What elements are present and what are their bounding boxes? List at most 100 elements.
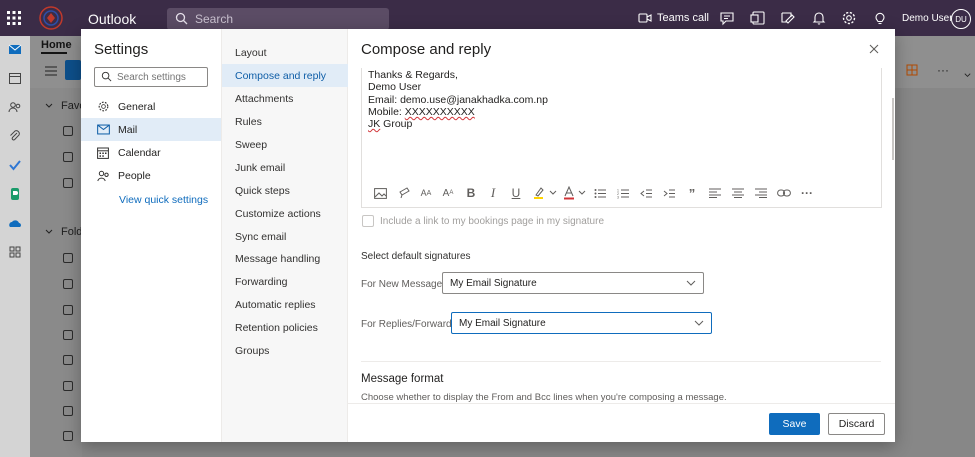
nav-mail-label: Mail [118, 123, 138, 136]
folder-icon [63, 253, 73, 263]
italic-icon[interactable]: I [485, 185, 501, 201]
user-name[interactable]: Demo User [902, 13, 953, 24]
mail-nav-sweep[interactable]: Sweep [222, 133, 348, 156]
font-size-icon[interactable]: AA [440, 185, 456, 201]
signature-line: Thanks & Regards, [368, 69, 458, 81]
mail-nav-compose-and-reply[interactable]: Compose and reply [222, 64, 348, 87]
format-painter-icon[interactable] [396, 185, 412, 201]
mail-icon [96, 123, 110, 137]
quote-icon[interactable]: ” [684, 185, 700, 201]
chat-icon[interactable] [719, 10, 735, 26]
svg-text:3: 3 [617, 195, 619, 199]
signature-line: Mobile: XXXXXXXXXX [368, 106, 548, 118]
chevron-down-icon[interactable] [574, 185, 590, 201]
settings-dialog: Settings General Mail Calendar [81, 29, 895, 442]
app-launcher-icon[interactable] [4, 8, 24, 28]
align-center-icon[interactable] [730, 185, 746, 201]
view-layout-icon[interactable] [906, 64, 918, 76]
nav-calendar[interactable]: Calendar [81, 141, 221, 164]
mail-nav-attachments[interactable]: Attachments [222, 87, 348, 110]
nav-people-label: People [118, 169, 151, 182]
chevron-down-icon [686, 280, 696, 286]
search-settings-field[interactable] [94, 67, 208, 87]
bold-icon[interactable]: B [463, 185, 479, 201]
bell-icon[interactable] [811, 10, 827, 26]
more-apps-icon[interactable] [8, 245, 22, 259]
lightbulb-icon[interactable] [872, 10, 888, 26]
search-settings-input[interactable] [117, 70, 205, 84]
mail-nav-automatic-replies[interactable]: Automatic replies [222, 293, 348, 316]
nav-calendar-label: Calendar [118, 146, 161, 159]
mail-nav-sync-email[interactable]: Sync email [222, 225, 348, 248]
save-button[interactable]: Save [769, 413, 820, 435]
todo-check-icon[interactable] [8, 158, 22, 172]
app-name[interactable]: Outlook [88, 11, 136, 27]
teams-call-label: Teams call [657, 12, 709, 24]
decrease-indent-icon[interactable] [638, 185, 654, 201]
people-icon[interactable] [8, 100, 22, 114]
font-icon[interactable]: AA [418, 185, 434, 201]
mail-nav-retention-policies[interactable]: Retention policies [222, 316, 348, 339]
new-messages-signature-dropdown[interactable]: My Email Signature [442, 272, 704, 294]
numbering-icon[interactable]: 123 [615, 185, 631, 201]
signature-editor[interactable]: Thanks & Regards, Demo User Email: demo.… [361, 68, 894, 208]
align-right-icon[interactable] [753, 185, 769, 201]
view-quick-settings-link[interactable]: View quick settings [119, 194, 208, 206]
hamburger-icon[interactable] [44, 65, 58, 77]
close-icon[interactable] [867, 42, 881, 56]
onedrive-icon[interactable] [8, 216, 22, 230]
mail-nav-customize-actions[interactable]: Customize actions [222, 202, 348, 225]
search-icon [101, 71, 112, 82]
chevron-down-icon[interactable] [545, 185, 561, 201]
mail-nav-rules[interactable]: Rules [222, 110, 348, 133]
bookings-link-option[interactable]: Include a link to my bookings page in my… [362, 215, 604, 227]
underline-icon[interactable]: U [508, 185, 524, 201]
bookings-link-checkbox[interactable] [362, 215, 374, 227]
chevron-down-icon[interactable] [963, 71, 972, 80]
mail-nav-message-handling[interactable]: Message handling [222, 247, 348, 270]
attachment-icon[interactable] [8, 129, 22, 143]
signature-text[interactable]: Thanks & Regards, Demo User Email: demo.… [368, 69, 548, 130]
word-icon[interactable] [750, 10, 766, 26]
mail-nav-groups[interactable]: Groups [222, 339, 348, 362]
avatar[interactable]: DU [951, 9, 971, 29]
bookings-icon[interactable] [8, 187, 22, 201]
link-icon[interactable] [776, 185, 792, 201]
signature-line: Email: demo.use@janakhadka.com.np [368, 93, 548, 106]
nav-mail[interactable]: Mail [81, 118, 221, 141]
mail-nav-junk-email[interactable]: Junk email [222, 156, 348, 179]
discard-button[interactable]: Discard [828, 413, 885, 435]
folder-icon [63, 126, 73, 136]
folder-icon [63, 406, 73, 416]
chevron-down-icon[interactable] [44, 227, 54, 237]
message-format-description: Choose whether to display the From and B… [361, 392, 727, 403]
calendar-icon[interactable] [8, 71, 22, 85]
search-box[interactable]: Search [167, 8, 389, 30]
org-logo-icon [39, 6, 63, 30]
editor-scrollbar[interactable] [892, 98, 894, 160]
compose-note-icon[interactable] [780, 10, 796, 26]
background-folder-pane [30, 88, 82, 457]
nav-people[interactable]: People [81, 164, 221, 187]
increase-indent-icon[interactable] [661, 185, 677, 201]
nav-general[interactable]: General [81, 95, 221, 118]
mail-icon[interactable] [8, 42, 22, 56]
chevron-down-icon[interactable] [44, 101, 54, 111]
search-placeholder: Search [195, 12, 234, 26]
insert-picture-icon[interactable] [372, 185, 388, 201]
new-mail-button[interactable] [65, 60, 81, 80]
mail-nav-forwarding[interactable]: Forwarding [222, 270, 348, 293]
more-options-icon[interactable]: ··· [937, 63, 949, 77]
gear-icon[interactable] [841, 10, 857, 26]
home-tab[interactable]: Home [41, 39, 72, 51]
teams-call-button[interactable]: Teams call [638, 9, 709, 27]
align-left-icon[interactable] [707, 185, 723, 201]
company-abbr: JK [368, 118, 381, 131]
bullets-icon[interactable] [592, 185, 608, 201]
more-options-icon[interactable]: ··· [799, 185, 815, 201]
people-icon [96, 169, 110, 183]
chevron-down-icon [694, 320, 704, 326]
mail-nav-quick-steps[interactable]: Quick steps [222, 179, 348, 202]
replies-forwards-signature-dropdown[interactable]: My Email Signature [451, 312, 712, 334]
mail-nav-layout[interactable]: Layout [222, 41, 348, 64]
